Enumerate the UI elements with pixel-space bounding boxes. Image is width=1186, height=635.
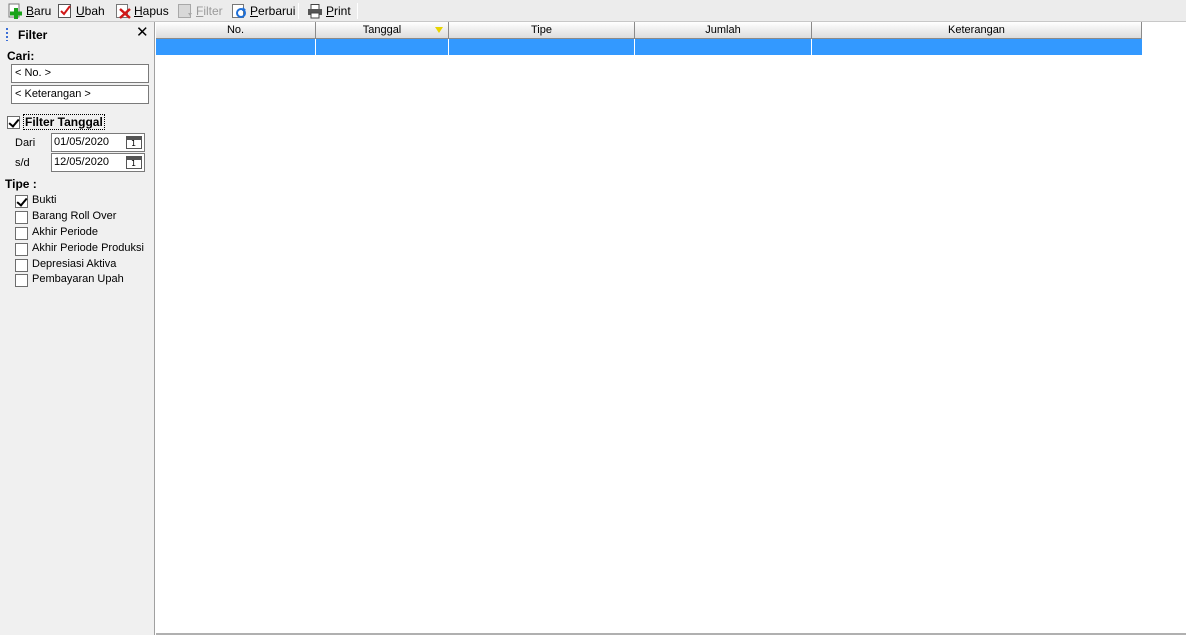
type-bukti-checkbox[interactable] xyxy=(15,195,28,208)
print-button[interactable]: Print xyxy=(305,1,353,21)
table-cell[interactable] xyxy=(635,39,812,55)
column-header-keterangan-label: Keterangan xyxy=(948,24,1005,36)
data-grid: No. Tanggal Tipe Jumlah Keterangan xyxy=(156,22,1186,635)
column-header-no-label: No. xyxy=(226,24,245,36)
refresh-button[interactable]: Perbarui xyxy=(229,1,297,21)
type-pembayaran-upah-label[interactable]: Pembayaran Upah xyxy=(32,273,124,285)
toolbar-separator xyxy=(298,3,299,19)
filter-icon xyxy=(178,4,192,18)
printer-icon xyxy=(308,4,322,19)
date-from-field[interactable]: 01/05/2020 xyxy=(51,133,145,152)
date-to-field[interactable]: 12/05/2020 xyxy=(51,153,145,172)
search-no-input[interactable]: < No. > xyxy=(11,64,149,83)
filter-panel-title: Filter xyxy=(18,28,48,42)
column-header-tipe-label: Tipe xyxy=(531,24,552,36)
toolbar-separator xyxy=(357,3,358,19)
filter-date-checkbox[interactable] xyxy=(7,116,20,129)
column-header-no[interactable]: No. xyxy=(156,22,316,39)
sort-arrow-icon xyxy=(435,27,443,33)
type-label: Tipe : xyxy=(5,177,37,191)
column-header-jumlah[interactable]: Jumlah xyxy=(635,22,812,39)
calendar-icon[interactable] xyxy=(126,136,142,149)
type-roll-over-label[interactable]: Barang Roll Over xyxy=(32,210,116,222)
type-depresiasi-checkbox[interactable] xyxy=(15,259,28,272)
filter-panel: Filter ✕ Cari: < No. > < Keterangan > Fi… xyxy=(0,22,155,635)
type-akhir-periode-label[interactable]: Akhir Periode xyxy=(32,226,98,238)
new-button[interactable]: Baru xyxy=(5,1,53,21)
new-button-label: Baru xyxy=(26,4,52,18)
search-label: Cari: xyxy=(7,49,35,63)
table-cell[interactable] xyxy=(156,39,316,55)
type-depresiasi-label[interactable]: Depresiasi Aktiva xyxy=(32,258,116,270)
toolbar: Baru Ubah Hapus Filter Perbarui Print xyxy=(0,0,1186,22)
type-akhir-periode-checkbox[interactable] xyxy=(15,227,28,240)
type-akhir-periode-produksi-label[interactable]: Akhir Periode Produksi xyxy=(32,242,144,254)
type-roll-over-checkbox[interactable] xyxy=(15,211,28,224)
column-header-tanggal-label: Tanggal xyxy=(362,24,402,36)
date-from-label: Dari xyxy=(15,137,36,149)
column-header-keterangan[interactable]: Keterangan xyxy=(812,22,1142,39)
print-button-label: Print xyxy=(326,4,351,18)
filter-date-label[interactable]: Filter Tanggal xyxy=(23,114,105,130)
search-keterangan-input[interactable]: < Keterangan > xyxy=(11,85,149,104)
refresh-button-label: Perbarui xyxy=(250,4,296,18)
date-from-value: 01/05/2020 xyxy=(54,136,110,148)
selected-table-row[interactable] xyxy=(156,39,1142,55)
delete-button-label: Hapus xyxy=(134,4,169,18)
add-icon xyxy=(8,3,22,19)
type-akhir-periode-produksi-checkbox[interactable] xyxy=(15,243,28,256)
date-to-value: 12/05/2020 xyxy=(54,156,110,168)
calendar-icon[interactable] xyxy=(126,156,142,169)
filter-button[interactable]: Filter xyxy=(175,1,225,21)
delete-icon xyxy=(116,4,131,19)
type-pembayaran-upah-checkbox[interactable] xyxy=(15,274,28,287)
column-header-jumlah-label: Jumlah xyxy=(705,24,741,36)
type-bukti-label[interactable]: Bukti xyxy=(32,194,56,206)
edit-check-icon xyxy=(58,4,71,18)
filter-button-label: Filter xyxy=(196,4,223,18)
date-to-label: s/d xyxy=(15,157,30,169)
column-header-tipe[interactable]: Tipe xyxy=(449,22,635,39)
edit-button-label: Ubah xyxy=(76,4,105,18)
delete-button[interactable]: Hapus xyxy=(113,1,171,21)
column-header-tanggal[interactable]: Tanggal xyxy=(316,22,449,39)
edit-button[interactable]: Ubah xyxy=(55,1,107,21)
filter-panel-header: Filter ✕ xyxy=(0,22,155,46)
table-cell[interactable] xyxy=(812,39,1142,55)
refresh-icon xyxy=(232,4,246,18)
drag-grip-icon[interactable] xyxy=(6,28,8,41)
table-cell[interactable] xyxy=(316,39,449,55)
close-icon[interactable]: ✕ xyxy=(136,25,149,41)
grid-header: No. Tanggal Tipe Jumlah Keterangan xyxy=(156,22,1142,39)
table-cell[interactable] xyxy=(449,39,635,55)
